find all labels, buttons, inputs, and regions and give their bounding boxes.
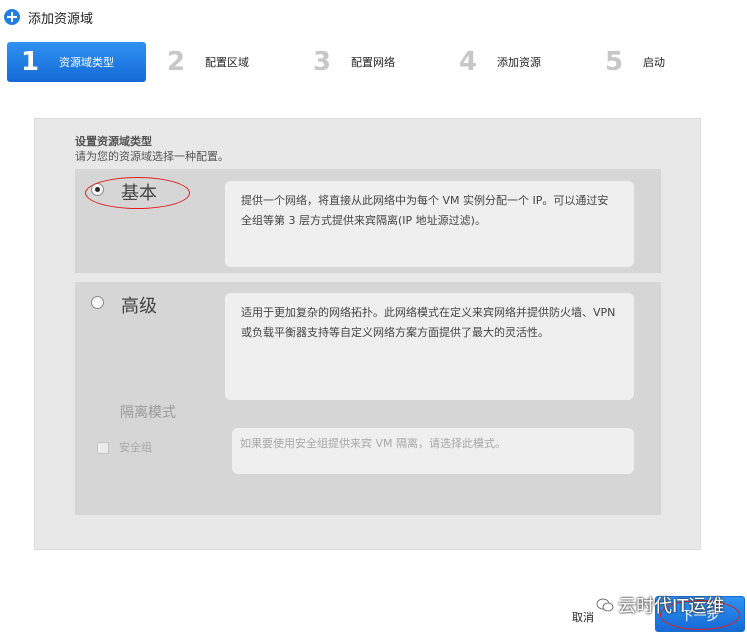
step-setup-zone[interactable]: 2 配置区域 — [163, 42, 249, 82]
dialog-footer: 取消 下一步 云时代IT运维 — [0, 590, 747, 635]
step-number: 4 — [458, 47, 478, 77]
advanced-radio[interactable] — [91, 296, 104, 309]
security-group-checkbox[interactable] — [97, 442, 109, 454]
step-number: 3 — [312, 47, 332, 77]
isolation-mode-label: 隔离模式 — [120, 405, 176, 421]
step-label: 资源域类型 — [59, 56, 114, 69]
zone-type-panel: 设置资源域类型 请为您的资源域选择一种配置。 基本 提供一个网络，将直接从此网络… — [34, 118, 701, 550]
cancel-button[interactable]: 取消 — [572, 609, 594, 625]
dialog-header: 添加资源域 — [4, 7, 93, 27]
step-label: 配置网络 — [351, 56, 395, 69]
step-launch[interactable]: 5 启动 — [601, 42, 665, 82]
wechat-icon — [596, 598, 614, 612]
security-group-label[interactable]: 安全组 — [119, 439, 152, 455]
advanced-label[interactable]: 高级 — [121, 292, 157, 318]
option-advanced[interactable]: 高级 适用于更加复杂的网络拓扑。此网络模式在定义来宾网络并提供防火墙、VPN 或… — [75, 282, 661, 515]
step-number: 1 — [20, 47, 40, 77]
watermark: 云时代IT运维 — [596, 592, 724, 618]
step-label: 添加资源 — [497, 56, 541, 69]
basic-description: 提供一个网络，将直接从此网络中为每个 VM 实例分配一个 IP。可以通过安全组等… — [225, 181, 634, 267]
step-label: 启动 — [643, 56, 665, 69]
option-basic[interactable]: 基本 提供一个网络，将直接从此网络中为每个 VM 实例分配一个 IP。可以通过安… — [75, 169, 661, 273]
panel-title: 设置资源域类型 — [75, 135, 152, 148]
step-setup-network[interactable]: 3 配置网络 — [309, 42, 395, 82]
advanced-description: 适用于更加复杂的网络拓扑。此网络模式在定义来宾网络并提供防火墙、VPN 或负载平… — [225, 293, 634, 400]
step-number: 5 — [604, 47, 624, 77]
step-zone-type[interactable]: 1 资源域类型 — [7, 42, 146, 82]
dialog-title: 添加资源域 — [28, 11, 94, 27]
annotation-ellipse — [85, 177, 190, 209]
watermark-text: 云时代IT运维 — [618, 596, 725, 617]
step-number: 2 — [166, 47, 186, 77]
step-label: 配置区域 — [205, 56, 249, 69]
security-group-description: 如果要使用安全组提供来宾 VM 隔离，请选择此模式。 — [232, 428, 634, 474]
wizard-steps: 1 资源域类型 2 配置区域 3 配置网络 4 添加资源 5 启动 — [7, 42, 737, 82]
step-add-resources[interactable]: 4 添加资源 — [455, 42, 541, 82]
panel-subtitle: 请为您的资源域选择一种配置。 — [75, 150, 229, 163]
add-icon — [4, 9, 20, 25]
